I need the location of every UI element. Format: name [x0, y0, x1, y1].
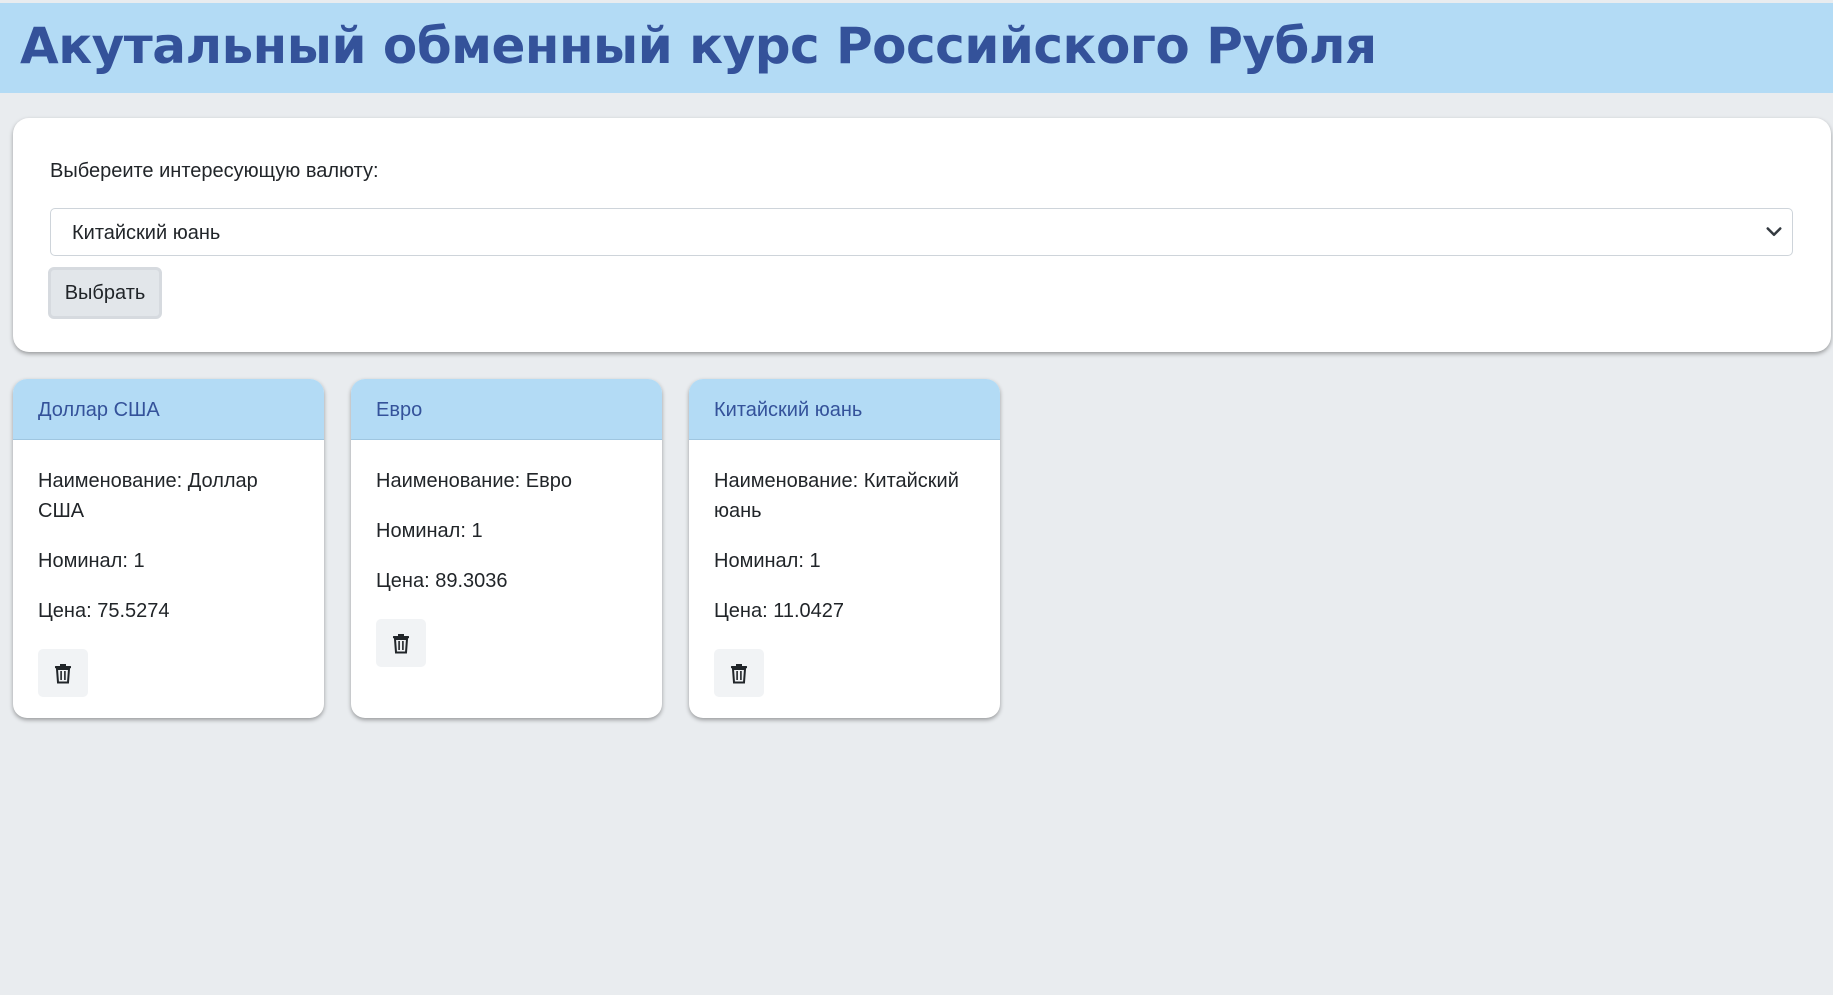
page-header: Акутальный обменный курс Российского Руб… — [0, 3, 1833, 93]
card-name: Наименование: Евро — [376, 470, 572, 492]
card-body: Наименование: Китайский юань Номинал: 1 … — [689, 440, 1000, 697]
page-title: Акутальный обменный курс Российского Руб… — [20, 17, 1377, 75]
card-price: Цена: 11.0427 — [714, 600, 845, 622]
card-title: Доллар США — [13, 379, 324, 440]
currency-select-value: Китайский юань — [72, 222, 221, 244]
currency-card: Доллар США Наименование: Доллар США Номи… — [13, 379, 324, 718]
chevron-down-icon — [1766, 227, 1782, 236]
card-body: Наименование: Евро Номинал: 1 Цена: 89.3… — [351, 440, 662, 667]
currency-select-label: Выбереите интересующую валюту: — [50, 160, 379, 182]
trash-icon — [55, 664, 71, 684]
card-price: Цена: 89.3036 — [376, 570, 508, 592]
card-title: Евро — [351, 379, 662, 440]
delete-button[interactable] — [376, 619, 426, 667]
card-nominal: Номинал: 1 — [376, 520, 483, 542]
currency-selector-panel: Выбереите интересующую валюту: Китайский… — [13, 118, 1831, 352]
delete-button[interactable] — [714, 649, 764, 697]
card-price: Цена: 75.5274 — [38, 600, 170, 622]
currency-select[interactable]: Китайский юань — [50, 208, 1793, 256]
trash-icon — [393, 634, 409, 654]
card-name: Наименование: Китайский юань — [714, 470, 959, 522]
delete-button[interactable] — [38, 649, 88, 697]
card-nominal: Номинал: 1 — [714, 550, 821, 572]
currency-card: Китайский юань Наименование: Китайский ю… — [689, 379, 1000, 718]
currency-card: Евро Наименование: Евро Номинал: 1 Цена:… — [351, 379, 662, 718]
trash-icon — [731, 664, 747, 684]
choose-button[interactable]: Выбрать — [48, 267, 162, 319]
card-body: Наименование: Доллар США Номинал: 1 Цена… — [13, 440, 324, 697]
card-nominal: Номинал: 1 — [38, 550, 145, 572]
card-title: Китайский юань — [689, 379, 1000, 440]
card-name: Наименование: Доллар США — [38, 470, 258, 522]
